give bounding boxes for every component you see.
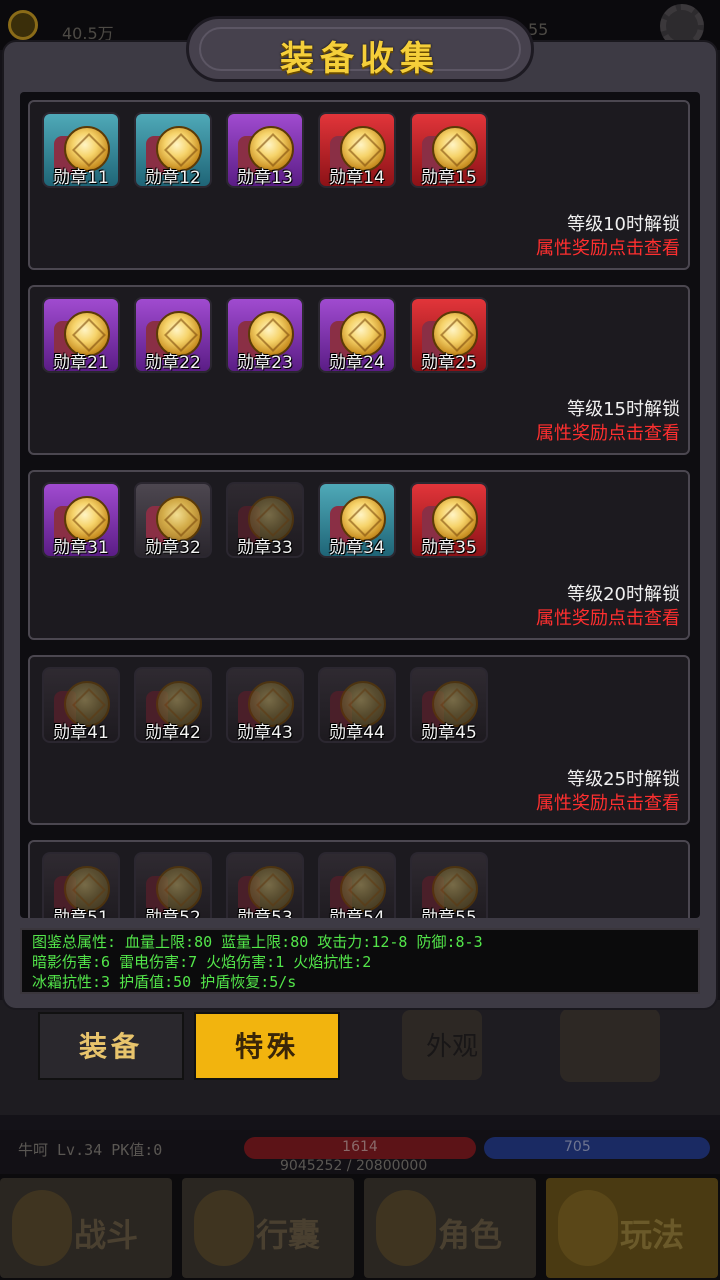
medal-slot[interactable]: 勋章12 (134, 112, 212, 188)
unlock-requirement: 等级20时解锁 (567, 584, 680, 605)
collection-row: 勋章41 勋章42 勋章43 勋章44 勋章45 等级25时解锁 属性奖励点击查看 (28, 655, 690, 825)
medal-slot[interactable]: 勋章51 (42, 852, 120, 918)
medal-slot[interactable]: 勋章53 (226, 852, 304, 918)
medal-slot[interactable]: 勋章22 (134, 297, 212, 373)
medal-label: 勋章43 (237, 723, 293, 743)
medal-slot[interactable]: 勋章45 (410, 667, 488, 743)
nav-tab-gameplay[interactable]: 玩法 (546, 1178, 718, 1278)
appearance-label: 外观 (426, 1032, 479, 1062)
medal-label: 勋章51 (53, 908, 109, 918)
medal-slot[interactable]: 勋章55 (410, 852, 488, 918)
medal-slot[interactable]: 勋章31 (42, 482, 120, 558)
player-info: 牛呵 Lv.34 PK值:0 (18, 1141, 163, 1159)
hp-value: 1614 (342, 1139, 378, 1155)
medal-label: 勋章35 (421, 538, 477, 558)
medal-label: 勋章23 (237, 353, 293, 373)
medal-slot[interactable]: 勋章43 (226, 667, 304, 743)
medal-label: 勋章54 (329, 908, 385, 918)
unlock-requirement: 等级25时解锁 (567, 769, 680, 790)
character-icon (376, 1190, 436, 1266)
medal-slot[interactable]: 勋章32 (134, 482, 212, 558)
medal-label: 勋章12 (145, 168, 201, 188)
medal-label: 勋章42 (145, 723, 201, 743)
medal-label: 勋章53 (237, 908, 293, 918)
gold-coin-icon (8, 10, 38, 40)
medal-slot[interactable]: 勋章13 (226, 112, 304, 188)
medal-label: 勋章52 (145, 908, 201, 918)
medal-slot[interactable]: 勋章44 (318, 667, 396, 743)
medal-label: 勋章44 (329, 723, 385, 743)
unlock-requirement: 等级15时解锁 (567, 399, 680, 420)
medal-slot[interactable]: 勋章33 (226, 482, 304, 558)
medal-label: 勋章41 (53, 723, 109, 743)
reward-link[interactable]: 属性奖励点击查看 (536, 604, 680, 630)
medal-label: 勋章25 (421, 353, 477, 373)
medal-label: 勋章33 (237, 538, 293, 558)
medal-slot[interactable]: 勋章25 (410, 297, 488, 373)
medal-slot[interactable]: 勋章34 (318, 482, 396, 558)
collection-list[interactable]: 勋章11 勋章12 勋章13 勋章14 勋章15 等级10时解锁 属性奖励点击查看 勋章21 勋… (20, 92, 700, 918)
medal-slot[interactable]: 勋章42 (134, 667, 212, 743)
medal-slot[interactable]: 勋章15 (410, 112, 488, 188)
medal-slot[interactable]: 勋章14 (318, 112, 396, 188)
medal-label: 勋章45 (421, 723, 477, 743)
collection-row: 勋章31 勋章32 勋章33 勋章34 勋章35 等级20时解锁 属性奖励点击查看 (28, 470, 690, 640)
medal-label: 勋章32 (145, 538, 201, 558)
medal-label: 勋章21 (53, 353, 109, 373)
hp-bar: 1614 (244, 1137, 476, 1159)
medal-slot[interactable]: 勋章35 (410, 482, 488, 558)
stats-line: 冰霜抗性:3 护盾值:50 护盾恢复:5/s (32, 973, 297, 991)
medal-slot[interactable]: 勋章21 (42, 297, 120, 373)
medal-label: 勋章15 (421, 168, 477, 188)
medal-label: 勋章22 (145, 353, 201, 373)
bag-icon (194, 1190, 254, 1266)
nav-tab-label: 行囊 (256, 1216, 321, 1254)
collection-stats: 图鉴总属性: 血量上限:80 蓝量上限:80 攻击力:12-8 防御:8-3 暗… (20, 928, 700, 994)
scroll-deco (560, 1008, 660, 1082)
nav-tab-bag[interactable]: 行囊 (182, 1178, 354, 1278)
title-plate: 装备收集 (186, 16, 534, 82)
medal-slot[interactable]: 勋章54 (318, 852, 396, 918)
nav-tab-character[interactable]: 角色 (364, 1178, 536, 1278)
tab-special[interactable]: 特殊 (194, 1012, 340, 1080)
mp-value: 705 (564, 1139, 591, 1155)
appearance-deco: 外观 (402, 1010, 482, 1080)
gameplay-icon (558, 1190, 618, 1266)
nav-tab-label: 角色 (438, 1216, 503, 1254)
battle-emblem-icon (12, 1190, 72, 1266)
mp-bar: 705 (484, 1137, 710, 1159)
exp-value: 9045252 / 20800000 (280, 1158, 428, 1174)
medal-label: 勋章34 (329, 538, 385, 558)
medal-label: 勋章14 (329, 168, 385, 188)
nav-tab-battle[interactable]: 战斗 (0, 1178, 172, 1278)
medal-label: 勋章13 (237, 168, 293, 188)
medal-slot[interactable]: 勋章52 (134, 852, 212, 918)
unlock-requirement: 等级10时解锁 (567, 214, 680, 235)
modal-title: 装备收集 (280, 39, 440, 79)
collection-row: 勋章51 勋章52 勋章53 勋章54 勋章55 (28, 840, 690, 918)
reward-link[interactable]: 属性奖励点击查看 (536, 419, 680, 445)
tab-equip[interactable]: 装备 (38, 1012, 184, 1080)
stats-line: 图鉴总属性: 血量上限:80 蓝量上限:80 攻击力:12-8 防御:8-3 (32, 933, 483, 951)
reward-link[interactable]: 属性奖励点击查看 (536, 234, 680, 260)
medal-label: 勋章24 (329, 353, 385, 373)
medal-label: 勋章31 (53, 538, 109, 558)
medal-slot[interactable]: 勋章23 (226, 297, 304, 373)
medal-label: 勋章55 (421, 908, 477, 918)
medal-slot[interactable]: 勋章11 (42, 112, 120, 188)
medal-slot[interactable]: 勋章24 (318, 297, 396, 373)
medal-slot[interactable]: 勋章41 (42, 667, 120, 743)
nav-tab-label: 战斗 (74, 1216, 139, 1254)
collection-row: 勋章11 勋章12 勋章13 勋章14 勋章15 等级10时解锁 属性奖励点击查看 (28, 100, 690, 270)
medal-label: 勋章11 (53, 168, 109, 188)
stats-line: 暗影伤害:6 雷电伤害:7 火焰伤害:1 火焰抗性:2 (32, 953, 372, 971)
reward-link[interactable]: 属性奖励点击查看 (536, 789, 680, 815)
collection-row: 勋章21 勋章22 勋章23 勋章24 勋章25 等级15时解锁 属性奖励点击查看 (28, 285, 690, 455)
nav-tab-label: 玩法 (620, 1216, 685, 1254)
